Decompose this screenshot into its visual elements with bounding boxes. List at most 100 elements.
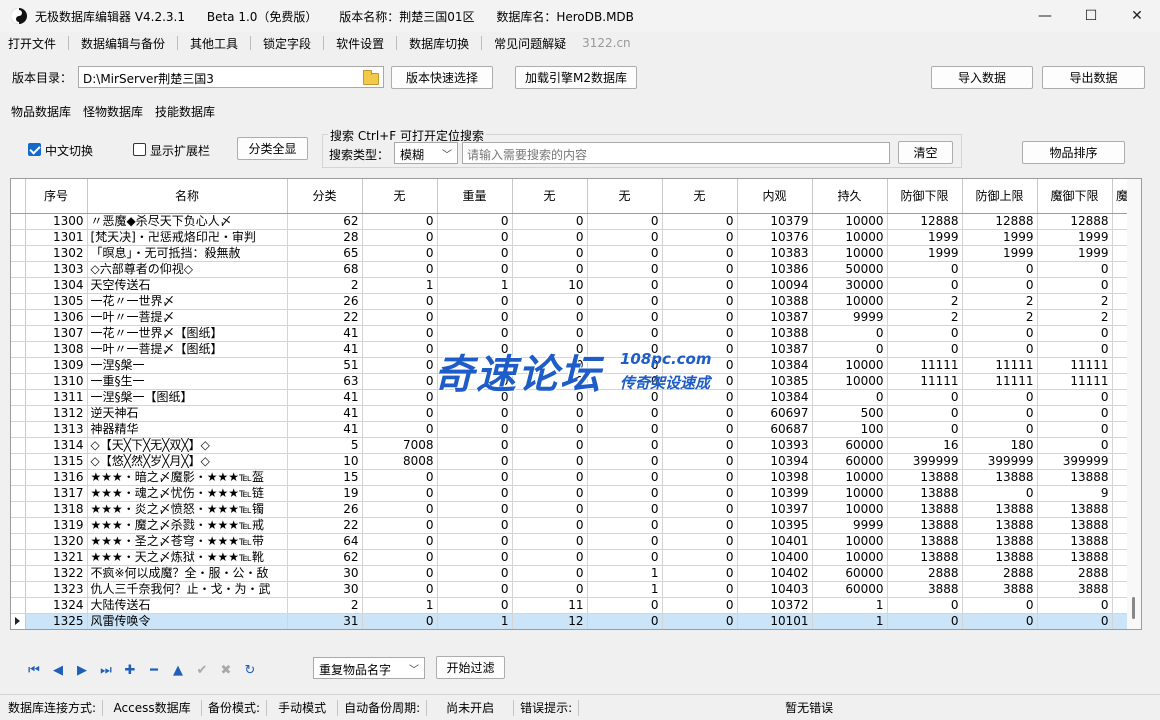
- table-cell[interactable]: 1: [812, 597, 888, 614]
- table-cell[interactable]: 0: [437, 293, 513, 310]
- table-row[interactable]: 1316 ★★★・暗之〆魔影・★★★℡盔 15 0 0 0 0 0 10398 10000 1388…: [11, 469, 1133, 486]
- table-cell[interactable]: 0: [437, 341, 513, 358]
- table-cell[interactable]: 0: [362, 341, 438, 358]
- table-cell[interactable]: 10395: [737, 517, 813, 534]
- table-cell[interactable]: 26: [287, 501, 363, 518]
- table-cell[interactable]: 0: [512, 405, 588, 422]
- table-cell[interactable]: 0: [587, 613, 663, 629]
- table-cell[interactable]: 0: [512, 565, 588, 582]
- row-indicator[interactable]: [11, 469, 26, 486]
- table-cell[interactable]: 0: [587, 341, 663, 358]
- table-cell[interactable]: 16: [887, 437, 963, 454]
- chinese-switch-checkbox[interactable]: [28, 143, 41, 156]
- table-cell[interactable]: 1321: [25, 549, 88, 566]
- table-cell[interactable]: 0: [587, 261, 663, 278]
- table-cell[interactable]: 180: [962, 437, 1038, 454]
- table-cell[interactable]: 0: [437, 565, 513, 582]
- table-cell[interactable]: 13888: [1037, 517, 1113, 534]
- row-indicator[interactable]: [11, 261, 26, 278]
- table-cell[interactable]: 0: [362, 421, 438, 438]
- table-cell[interactable]: 0: [512, 245, 588, 262]
- table-row[interactable]: 1319 ★★★・魔之〆杀戮・★★★℡戒 22 0 0 0 0 0 10395 9999 13888…: [11, 517, 1133, 534]
- table-cell[interactable]: 0: [887, 341, 963, 358]
- table-cell[interactable]: 12888: [962, 213, 1038, 230]
- table-cell[interactable]: 天空传送石: [87, 277, 288, 294]
- table-cell[interactable]: 10393: [737, 437, 813, 454]
- table-cell[interactable]: 10000: [812, 229, 888, 246]
- table-row[interactable]: 1315 ◇【悠╳然╳岁╳月╳】◇ 10 8008 0 0 0 0 10394 60000 3999…: [11, 453, 1133, 470]
- table-cell[interactable]: 0: [362, 613, 438, 629]
- table-row[interactable]: 1305 一花〃一世界〆 26 0 0 0 0 0 10388 10000 2 2 2: [11, 293, 1133, 310]
- table-cell[interactable]: 1319: [25, 517, 88, 534]
- table-cell[interactable]: 0: [437, 501, 513, 518]
- table-cell[interactable]: 0: [437, 549, 513, 566]
- first-record-icon[interactable]: ⏮: [22, 660, 46, 680]
- table-cell[interactable]: 60000: [812, 565, 888, 582]
- table-cell[interactable]: 0: [362, 549, 438, 566]
- table-cell[interactable]: 0: [512, 293, 588, 310]
- column-header[interactable]: 无: [662, 179, 738, 214]
- table-row[interactable]: 1324 大陆传送石 2 1 0 11 0 0 10372 1 0 0 0: [11, 597, 1133, 614]
- table-row[interactable]: 1300 〃恶魔◆杀尽天下负心人〆 62 0 0 0 0 0 10379 10000 12888 12…: [11, 213, 1133, 230]
- table-cell[interactable]: 22: [287, 309, 363, 326]
- table-row[interactable]: 1320 ★★★・圣之〆苍穹・★★★℡带 64 0 0 0 0 0 10401 10000 1388…: [11, 533, 1133, 550]
- table-cell[interactable]: 0: [662, 229, 738, 246]
- tab-monsters-db[interactable]: 怪物数据库: [77, 100, 149, 122]
- table-cell[interactable]: 0: [1037, 261, 1113, 278]
- table-cell[interactable]: 0: [437, 469, 513, 486]
- row-indicator[interactable]: [11, 405, 26, 422]
- table-cell[interactable]: 0: [662, 373, 738, 390]
- column-header[interactable]: 防御下限: [887, 179, 963, 214]
- table-cell[interactable]: 1316: [25, 469, 88, 486]
- table-cell[interactable]: 10000: [812, 549, 888, 566]
- table-cell[interactable]: 0: [362, 357, 438, 374]
- table-cell[interactable]: 0: [512, 229, 588, 246]
- table-cell[interactable]: 0: [362, 245, 438, 262]
- prev-record-icon[interactable]: ◀: [46, 660, 70, 680]
- table-cell[interactable]: 0: [962, 597, 1038, 614]
- table-cell[interactable]: 10094: [737, 277, 813, 294]
- table-row[interactable]: 1317 ★★★・魂之〆忧伤・★★★℡链 19 0 0 0 0 0 10399 10000 1388…: [11, 485, 1133, 502]
- table-cell[interactable]: 0: [512, 437, 588, 454]
- table-row[interactable]: 1318 ★★★・炎之〆愤怒・★★★℡镯 26 0 0 0 0 0 10397 10000 1388…: [11, 501, 1133, 518]
- table-cell[interactable]: 60000: [812, 437, 888, 454]
- table-cell[interactable]: 0: [512, 421, 588, 438]
- column-header[interactable]: 防御上限: [962, 179, 1038, 214]
- table-cell[interactable]: 10101: [737, 613, 813, 629]
- table-cell[interactable]: 22: [287, 517, 363, 534]
- table-cell[interactable]: 0: [662, 357, 738, 374]
- table-cell[interactable]: 0: [587, 293, 663, 310]
- table-cell[interactable]: 60000: [812, 581, 888, 598]
- table-cell[interactable]: [梵天决]・卍惩戒烙印卍・审判: [87, 229, 288, 246]
- table-cell[interactable]: 31: [287, 613, 363, 629]
- table-cell[interactable]: 1301: [25, 229, 88, 246]
- table-cell[interactable]: 3888: [962, 581, 1038, 598]
- table-cell[interactable]: 10000: [812, 485, 888, 502]
- table-cell[interactable]: 0: [662, 341, 738, 358]
- table-cell[interactable]: 1303: [25, 261, 88, 278]
- table-cell[interactable]: 10387: [737, 309, 813, 326]
- items-data-grid[interactable]: 序号 名称 分类无重量无无无内观 持久 防御下限 防御上限 魔御下限魔 1300 〃恶魔◆杀尽…: [10, 178, 1142, 630]
- row-indicator[interactable]: [11, 373, 26, 390]
- table-cell[interactable]: 1306: [25, 309, 88, 326]
- table-cell[interactable]: 0: [1037, 277, 1113, 294]
- table-cell[interactable]: ★★★・魂之〆忧伤・★★★℡链: [87, 485, 288, 502]
- filter-type-select[interactable]: 重复物品名字 ﹀: [313, 657, 425, 679]
- table-row[interactable]: 1322 不疯※何以成魔？全・服・公・敌 30 0 0 0 1 0 10402 60000 2888…: [11, 565, 1133, 582]
- table-cell[interactable]: 10372: [737, 597, 813, 614]
- table-cell[interactable]: 0: [587, 277, 663, 294]
- table-cell[interactable]: 1322: [25, 565, 88, 582]
- table-row[interactable]: 1303 ◇六部尊者の仰视◇ 68 0 0 0 0 0 10386 50000 0 0 0: [11, 261, 1133, 278]
- table-cell[interactable]: 2: [962, 309, 1038, 326]
- table-cell[interactable]: 60000: [812, 453, 888, 470]
- table-cell[interactable]: 0: [512, 389, 588, 406]
- table-row[interactable]: 1306 一叶〃一菩提〆 22 0 0 0 0 0 10387 9999 2 2 2: [11, 309, 1133, 326]
- table-cell[interactable]: 1312: [25, 405, 88, 422]
- table-cell[interactable]: 0: [437, 309, 513, 326]
- table-cell[interactable]: 1: [362, 277, 438, 294]
- row-indicator[interactable]: [11, 517, 26, 534]
- row-indicator[interactable]: [11, 597, 26, 614]
- table-cell[interactable]: 1: [437, 613, 513, 629]
- table-cell[interactable]: 0: [887, 597, 963, 614]
- table-cell[interactable]: 0: [887, 389, 963, 406]
